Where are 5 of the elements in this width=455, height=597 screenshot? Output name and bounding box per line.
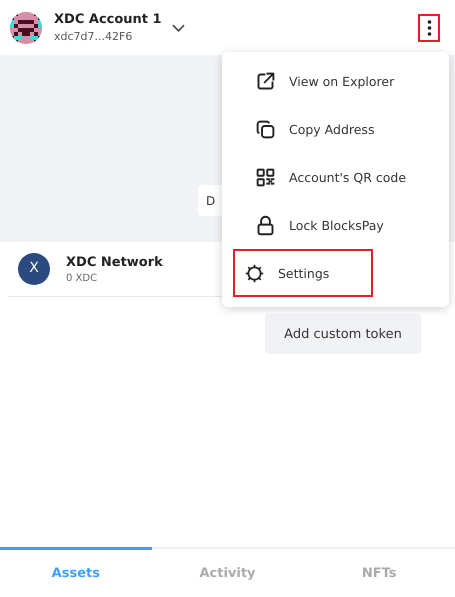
token-name: XDC Network bbox=[66, 254, 163, 270]
token-balance: 0 XDC bbox=[66, 272, 98, 284]
account-name: XDC Account 1 bbox=[54, 12, 162, 27]
token-symbol: X bbox=[29, 259, 39, 277]
account-address: xdc7d7...42F6 bbox=[54, 30, 134, 43]
